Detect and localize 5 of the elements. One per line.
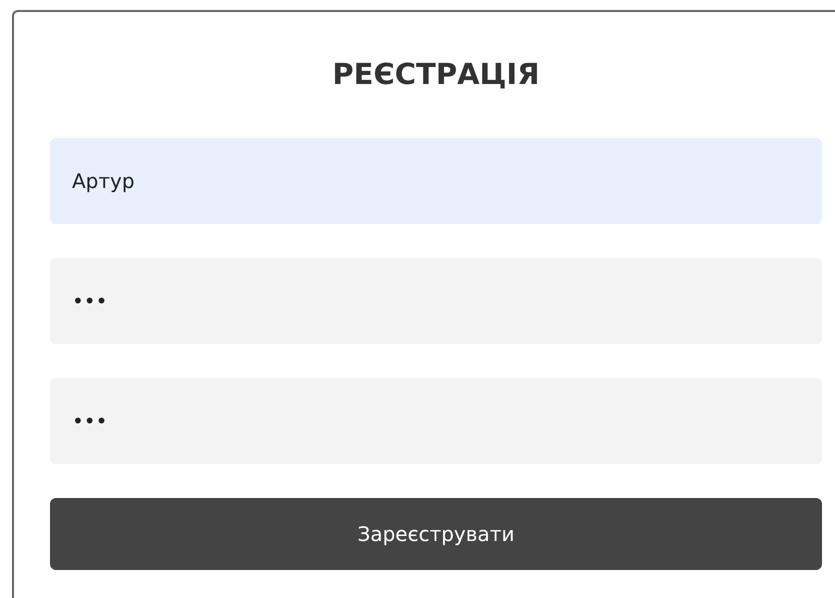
input-field[interactable]: ••• <box>50 258 822 344</box>
input-field[interactable]: ••• <box>50 378 822 464</box>
form-title: РЕЄСТРАЦІЯ <box>331 56 541 93</box>
input-field[interactable]: Артур <box>50 138 822 224</box>
register-button[interactable]: Зареєструвати <box>50 498 822 570</box>
